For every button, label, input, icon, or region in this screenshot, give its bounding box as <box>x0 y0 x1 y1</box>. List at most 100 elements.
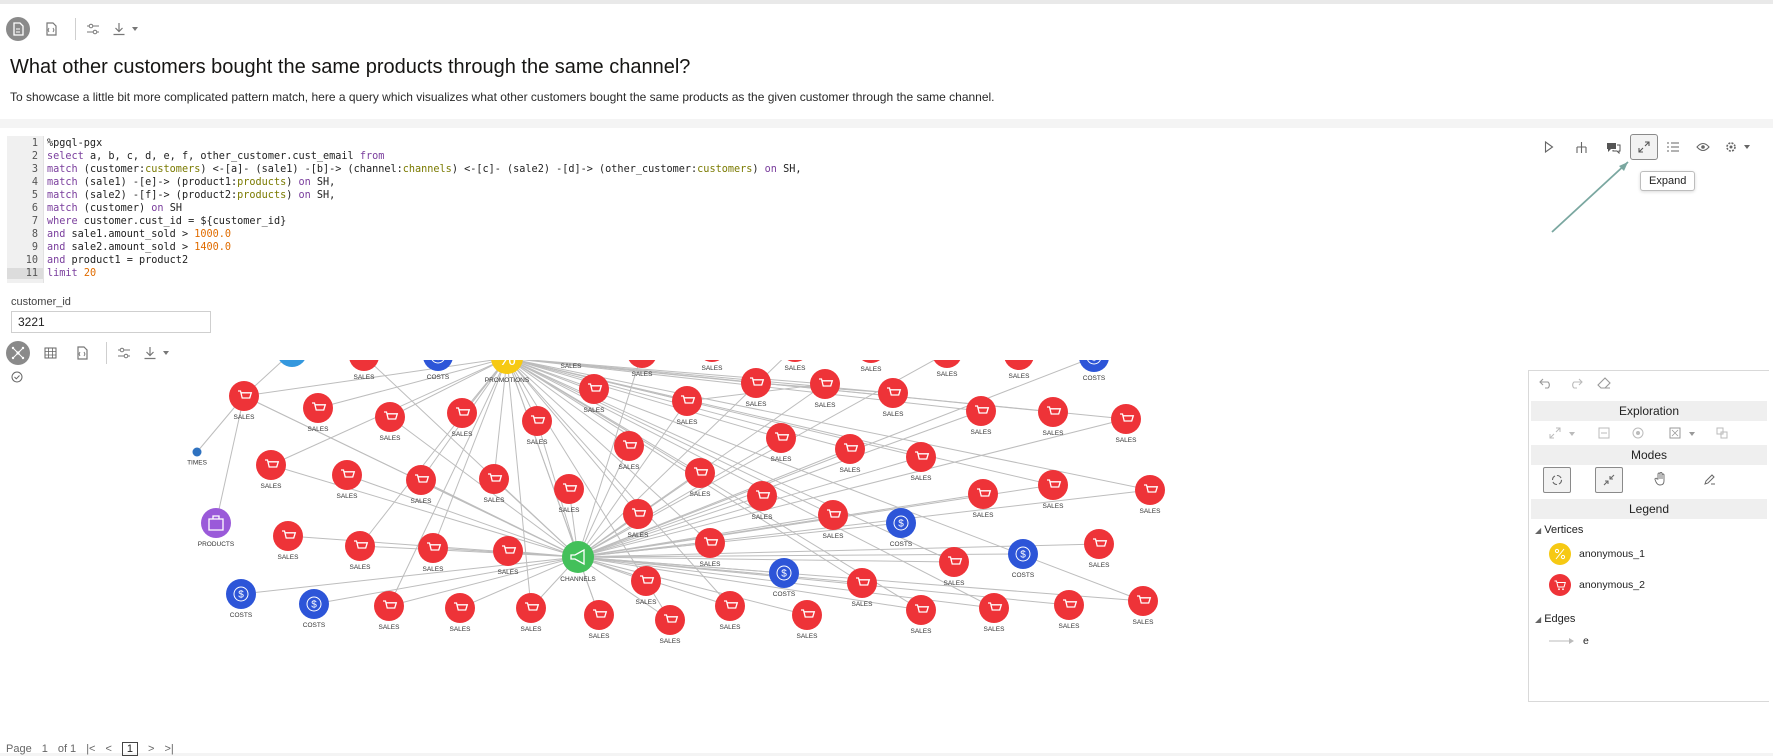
settings-icon[interactable] <box>82 18 104 40</box>
group-icon[interactable] <box>1667 424 1699 442</box>
customer-id-input[interactable] <box>11 311 211 333</box>
script-icon[interactable] <box>40 18 62 40</box>
sales-vertex[interactable]: SALES <box>406 465 436 505</box>
sales-vertex[interactable]: SALES <box>818 500 848 540</box>
sales-vertex[interactable]: SALES <box>374 591 404 631</box>
list-icon[interactable] <box>1660 136 1686 158</box>
legend-vertex-item[interactable]: anonymous_1 <box>1549 543 1645 565</box>
eraser-icon[interactable] <box>1595 374 1613 392</box>
cost-vertex[interactable]: $ COSTS <box>1079 360 1109 382</box>
redo-icon[interactable] <box>1567 374 1585 392</box>
sales-vertex[interactable]: SALES <box>631 566 661 606</box>
sales-vertex[interactable]: SALES <box>715 591 745 631</box>
sales-vertex[interactable]: SALES <box>522 406 552 446</box>
sales-vertex[interactable]: SALES <box>273 521 303 561</box>
expand-node-icon[interactable] <box>1547 424 1579 442</box>
sales-vertex[interactable]: SALES <box>229 381 259 421</box>
edges-section[interactable]: ◢ Edges <box>1535 613 1575 625</box>
shrink-icon <box>1603 474 1615 486</box>
sales-vertex[interactable]: SALES <box>655 605 685 645</box>
sales-vertex[interactable]: SALES <box>516 593 546 633</box>
prev-page-button[interactable]: < <box>105 743 111 755</box>
sales-vertex[interactable]: SALES <box>695 528 725 568</box>
graph-canvas[interactable]: % PROMOTIONS CHANNELS TIMES PRODUCTS $ COSTS $ C… <box>0 360 1330 735</box>
vertex-label: COSTS <box>1083 375 1106 382</box>
vertices-section[interactable]: ◢ Vertices <box>1535 524 1583 536</box>
sales-vertex[interactable]: SALES <box>614 431 644 471</box>
sales-vertex[interactable]: SALES <box>623 499 653 539</box>
sales-vertex[interactable]: SALES <box>349 360 379 381</box>
first-page-button[interactable]: |< <box>86 743 95 755</box>
sales-vertex[interactable]: SALES <box>584 600 614 640</box>
sales-vertex[interactable]: SALES <box>345 531 375 571</box>
cost-vertex[interactable]: $ COSTS <box>1008 539 1038 579</box>
focus-icon[interactable] <box>1629 424 1647 442</box>
page-number-box[interactable]: 1 <box>121 742 139 756</box>
sales-vertex[interactable]: SALES <box>1128 586 1158 626</box>
sales-vertex[interactable]: SALES <box>810 369 840 409</box>
graph-settings-panel: Exploration Modes Legend ◢ Vertices anon… <box>1528 370 1769 702</box>
sales-vertex[interactable]: SALES <box>256 450 286 490</box>
gear-icon[interactable] <box>1722 136 1756 158</box>
sales-vertex[interactable]: SALES <box>906 442 936 482</box>
legend-edge-item[interactable]: e <box>1549 635 1589 647</box>
sales-vertex[interactable]: SALES <box>1135 475 1165 515</box>
cost-vertex[interactable]: $ COSTS <box>423 360 453 381</box>
vertex-label: SALES <box>450 626 472 633</box>
sales-vertex[interactable]: SALES <box>766 423 796 463</box>
eye-icon[interactable] <box>1690 136 1716 158</box>
download-icon[interactable] <box>110 18 144 40</box>
sales-vertex[interactable]: SALES <box>1038 470 1068 510</box>
cost-vertex[interactable]: $ COSTS <box>226 579 256 619</box>
sales-vertex[interactable]: SALES <box>332 460 362 500</box>
sales-vertex[interactable]: SALES <box>939 547 969 587</box>
edit-icon[interactable] <box>1701 470 1719 488</box>
collapse-node-icon[interactable] <box>1595 424 1613 442</box>
product-vertex[interactable]: PRODUCTS <box>198 508 235 548</box>
sales-vertex[interactable]: SALES <box>878 378 908 418</box>
sales-vertex[interactable]: SALES <box>493 536 523 576</box>
sales-vertex[interactable]: SALES <box>856 360 886 373</box>
cost-vertex[interactable]: $ COSTS <box>299 589 329 629</box>
mode-fit-button[interactable] <box>1595 467 1623 493</box>
sales-vertex[interactable]: SALES <box>1054 590 1084 630</box>
code-editor[interactable]: 1 2 3 4 5 6 7 8 9 10 11 %pgql-pgx select… <box>7 136 1177 283</box>
cost-vertex[interactable]: $ COSTS <box>769 558 799 598</box>
time-vertex[interactable]: TIMES <box>187 447 208 467</box>
cost-vertex[interactable]: $ COSTS <box>886 508 916 548</box>
sales-vertex[interactable]: SALES <box>966 396 996 436</box>
sales-vertex[interactable]: SALES <box>685 458 715 498</box>
sales-vertex[interactable]: SALES <box>968 479 998 519</box>
sales-vertex[interactable]: SALES <box>445 593 475 633</box>
sales-vertex[interactable]: SALES <box>792 600 822 640</box>
sales-vertex[interactable]: SALES <box>1084 529 1114 569</box>
next-page-button[interactable]: > <box>148 743 154 755</box>
sales-vertex[interactable]: SALES <box>835 434 865 474</box>
sales-vertex[interactable]: SALES <box>747 481 777 521</box>
sales-vertex[interactable]: SALES <box>418 533 448 573</box>
hand-icon[interactable] <box>1651 470 1669 488</box>
sales-vertex[interactable]: SALES <box>447 398 477 438</box>
sales-vertex[interactable]: SALES <box>375 402 405 442</box>
sales-vertex[interactable]: SALES <box>780 360 810 372</box>
sales-vertex[interactable]: SALES <box>554 474 584 514</box>
last-page-button[interactable]: >| <box>164 743 173 755</box>
sales-vertex[interactable]: SALES <box>672 386 702 426</box>
sales-vertex[interactable]: SALES <box>697 360 727 372</box>
paragraph-icon[interactable] <box>6 17 30 41</box>
mode-circle-button[interactable] <box>1543 467 1571 493</box>
sales-vertex[interactable]: SALES <box>1111 404 1141 444</box>
legend-vertex-item[interactable]: anonymous_2 <box>1549 574 1645 596</box>
sales-vertex[interactable]: SALES <box>906 595 936 635</box>
sales-vertex[interactable]: SALES <box>979 593 1009 633</box>
sales-vertex[interactable]: SALES <box>932 360 962 378</box>
sales-vertex[interactable]: SALES <box>1004 360 1034 380</box>
sales-vertex[interactable]: SALES <box>741 368 771 408</box>
sales-vertex-circle <box>906 442 936 472</box>
sales-vertex[interactable]: SALES <box>1038 397 1068 437</box>
sales-vertex[interactable]: SALES <box>303 393 333 433</box>
customer-vertex[interactable] <box>277 360 307 367</box>
ungroup-icon[interactable] <box>1713 424 1731 442</box>
sales-vertex[interactable]: SALES <box>479 464 509 504</box>
undo-icon[interactable] <box>1537 374 1555 392</box>
